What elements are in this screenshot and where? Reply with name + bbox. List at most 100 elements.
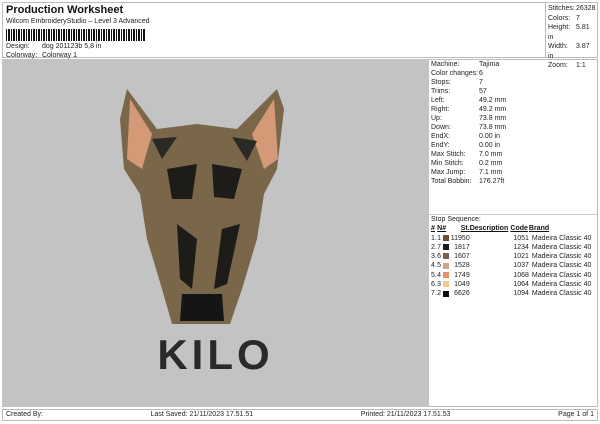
property-row: Up: 73.8 mm xyxy=(431,114,595,123)
property-value: 73.8 mm xyxy=(479,115,507,122)
property-value: 7 xyxy=(479,79,483,86)
table-row: 3. 6 1607 1021 Madeira Classic 40 xyxy=(431,252,595,261)
property-row: Stops: 7 xyxy=(431,78,595,87)
column-header: St. xyxy=(460,225,470,233)
property-row: EndY: 0.00 in xyxy=(431,141,595,150)
colorway-row: Colorway: Colorway 1 xyxy=(6,52,77,59)
worksheet-header: Production Worksheet Wilcom EmbroiderySt… xyxy=(2,2,599,69)
needle-number: 1 xyxy=(437,234,442,242)
stop-sequence: Stop Sequence: # N# St. Description Code Bran… xyxy=(429,214,597,299)
stat-label: Colors: xyxy=(548,14,571,22)
color-swatch xyxy=(443,234,450,241)
color-swatch xyxy=(443,253,450,260)
table-row: 2. 7 1817 1234 Madeira Classic 40 xyxy=(431,243,595,252)
needle-number: 6 xyxy=(437,253,442,261)
column-header: N# xyxy=(437,225,447,233)
property-row: Left: 49.2 mm xyxy=(431,96,595,105)
thread-brand: Madeira Classic 40 xyxy=(531,234,592,242)
design-preview: KILO xyxy=(2,59,429,407)
design-label: Design: xyxy=(6,43,30,50)
property-label: Stops: xyxy=(431,79,451,86)
property-row: EndX: 0.00 in xyxy=(431,132,595,141)
printed-date: Printed: 21/11/2023 17.51.53 xyxy=(360,411,451,418)
property-label: Right: xyxy=(431,106,450,113)
thread-brand: Madeira Classic 40 xyxy=(531,243,592,251)
property-value: 49.2 mm xyxy=(479,106,507,113)
thread-brand: Madeira Classic 40 xyxy=(531,271,592,279)
stop-sequence-title: Stop Sequence: xyxy=(431,216,481,223)
property-value: 0.2 mm xyxy=(479,160,503,167)
property-value: 0.00 in xyxy=(479,142,501,149)
property-label: Max Jump: xyxy=(431,169,466,176)
stat-row: Colors: 7 xyxy=(548,14,597,24)
color-swatch xyxy=(443,262,450,269)
property-label: Color changes: xyxy=(431,70,479,77)
barcode xyxy=(6,29,146,41)
stat-label: Width: xyxy=(548,43,568,50)
property-label: Down: xyxy=(431,124,451,131)
thread-brand: Madeira Classic 40 xyxy=(531,262,592,270)
property-label: Min Stitch: xyxy=(431,160,464,167)
color-swatch xyxy=(443,281,450,288)
property-row: Color changes:6 xyxy=(431,69,595,78)
property-row: Min Stitch: 0.2 mm xyxy=(431,159,595,168)
table-row: 1. 1 11950 1051 Madeira Classic 40 xyxy=(431,234,595,243)
property-row: Max Jump: 7.1 mm xyxy=(431,168,595,177)
machine-properties: Machine: Tajima Color changes:6 Stops: 7 Trim… xyxy=(429,60,597,186)
needle-number: 3 xyxy=(437,281,442,289)
column-header: Description xyxy=(469,225,509,233)
software-name: Wilcom EmbroideryStudio – Level 3 Advanc… xyxy=(6,18,150,25)
property-value: 49.2 mm xyxy=(479,97,507,104)
stitch-count: 1607 xyxy=(454,253,470,261)
thread-brand: Madeira Classic 40 xyxy=(531,281,592,289)
table-row: 7. 2 6626 1094 Madeira Classic 40 xyxy=(431,289,595,298)
property-label: EndX: xyxy=(431,133,451,140)
stats-panel: Stitches:26328 Colors: 7 Height: 5.81 in Widt… xyxy=(545,3,599,69)
stat-row: Height: 5.81 in xyxy=(548,23,597,42)
needle-number: 5 xyxy=(437,262,442,270)
info-panel: Machine: Tajima Color changes:6 Stops: 7 Trim… xyxy=(429,59,598,407)
thread-code: 1051 xyxy=(513,234,529,242)
thread-code: 1234 xyxy=(513,243,529,251)
property-value: 57 xyxy=(479,88,487,95)
table-row: 5. 4 1749 1068 Madeira Classic 40 xyxy=(431,271,595,280)
property-row: Down: 73.8 mm xyxy=(431,123,595,132)
property-row: Total Bobbin: 176.27ft xyxy=(431,177,595,186)
stat-label: Height: xyxy=(548,24,571,31)
property-label: Up: xyxy=(431,115,442,122)
created-by: Created By: xyxy=(6,411,43,418)
stat-value: 7 xyxy=(576,14,580,22)
stat-row: Stitches:26328 xyxy=(548,4,597,14)
property-label: Trims: xyxy=(431,88,451,95)
property-value: Tajima xyxy=(479,61,500,68)
last-saved: Last Saved: 21/11/2023 17.51.51 xyxy=(150,411,254,418)
property-label: Machine: xyxy=(431,61,460,68)
property-row: Right: 49.2 mm xyxy=(431,105,595,114)
thread-code: 1064 xyxy=(513,281,529,289)
colorway-label: Colorway: xyxy=(6,52,38,59)
thread-brand: Madeira Classic 40 xyxy=(531,290,592,298)
stitch-count: 1749 xyxy=(454,271,470,279)
footer: Created By: Last Saved: 21/11/2023 17.51… xyxy=(2,409,598,421)
property-row: Machine: Tajima xyxy=(431,60,595,69)
thread-brand: Madeira Classic 40 xyxy=(531,253,592,261)
column-header: Code xyxy=(510,225,528,233)
table-row: 6. 3 1049 1064 Madeira Classic 40 xyxy=(431,280,595,289)
stitch-count: 1817 xyxy=(454,243,470,251)
stitch-count: 11950 xyxy=(450,234,470,242)
thread-code: 1037 xyxy=(513,262,529,270)
design-name-text: KILO xyxy=(157,331,274,378)
color-swatch xyxy=(443,290,450,297)
stop-sequence-table: # N# St. Description Code Brand 1. 1 11950 1051 M… xyxy=(431,224,595,298)
property-row: Max Stitch: 7.0 mm xyxy=(431,150,595,159)
needle-number: 2 xyxy=(437,290,442,298)
stitch-count: 6626 xyxy=(454,290,470,298)
table-row: 4. 5 1528 1037 Madeira Classic 40 xyxy=(431,261,595,270)
property-value: 176.27ft xyxy=(479,178,505,185)
design-row: Design: dog 201123b 5,8 in xyxy=(6,43,101,50)
page-title: Production Worksheet xyxy=(6,4,124,16)
thread-code: 1094 xyxy=(513,290,529,298)
stat-value: 26328 xyxy=(576,5,596,12)
property-label: Left: xyxy=(431,97,445,104)
property-value: 73.8 mm xyxy=(479,124,507,131)
